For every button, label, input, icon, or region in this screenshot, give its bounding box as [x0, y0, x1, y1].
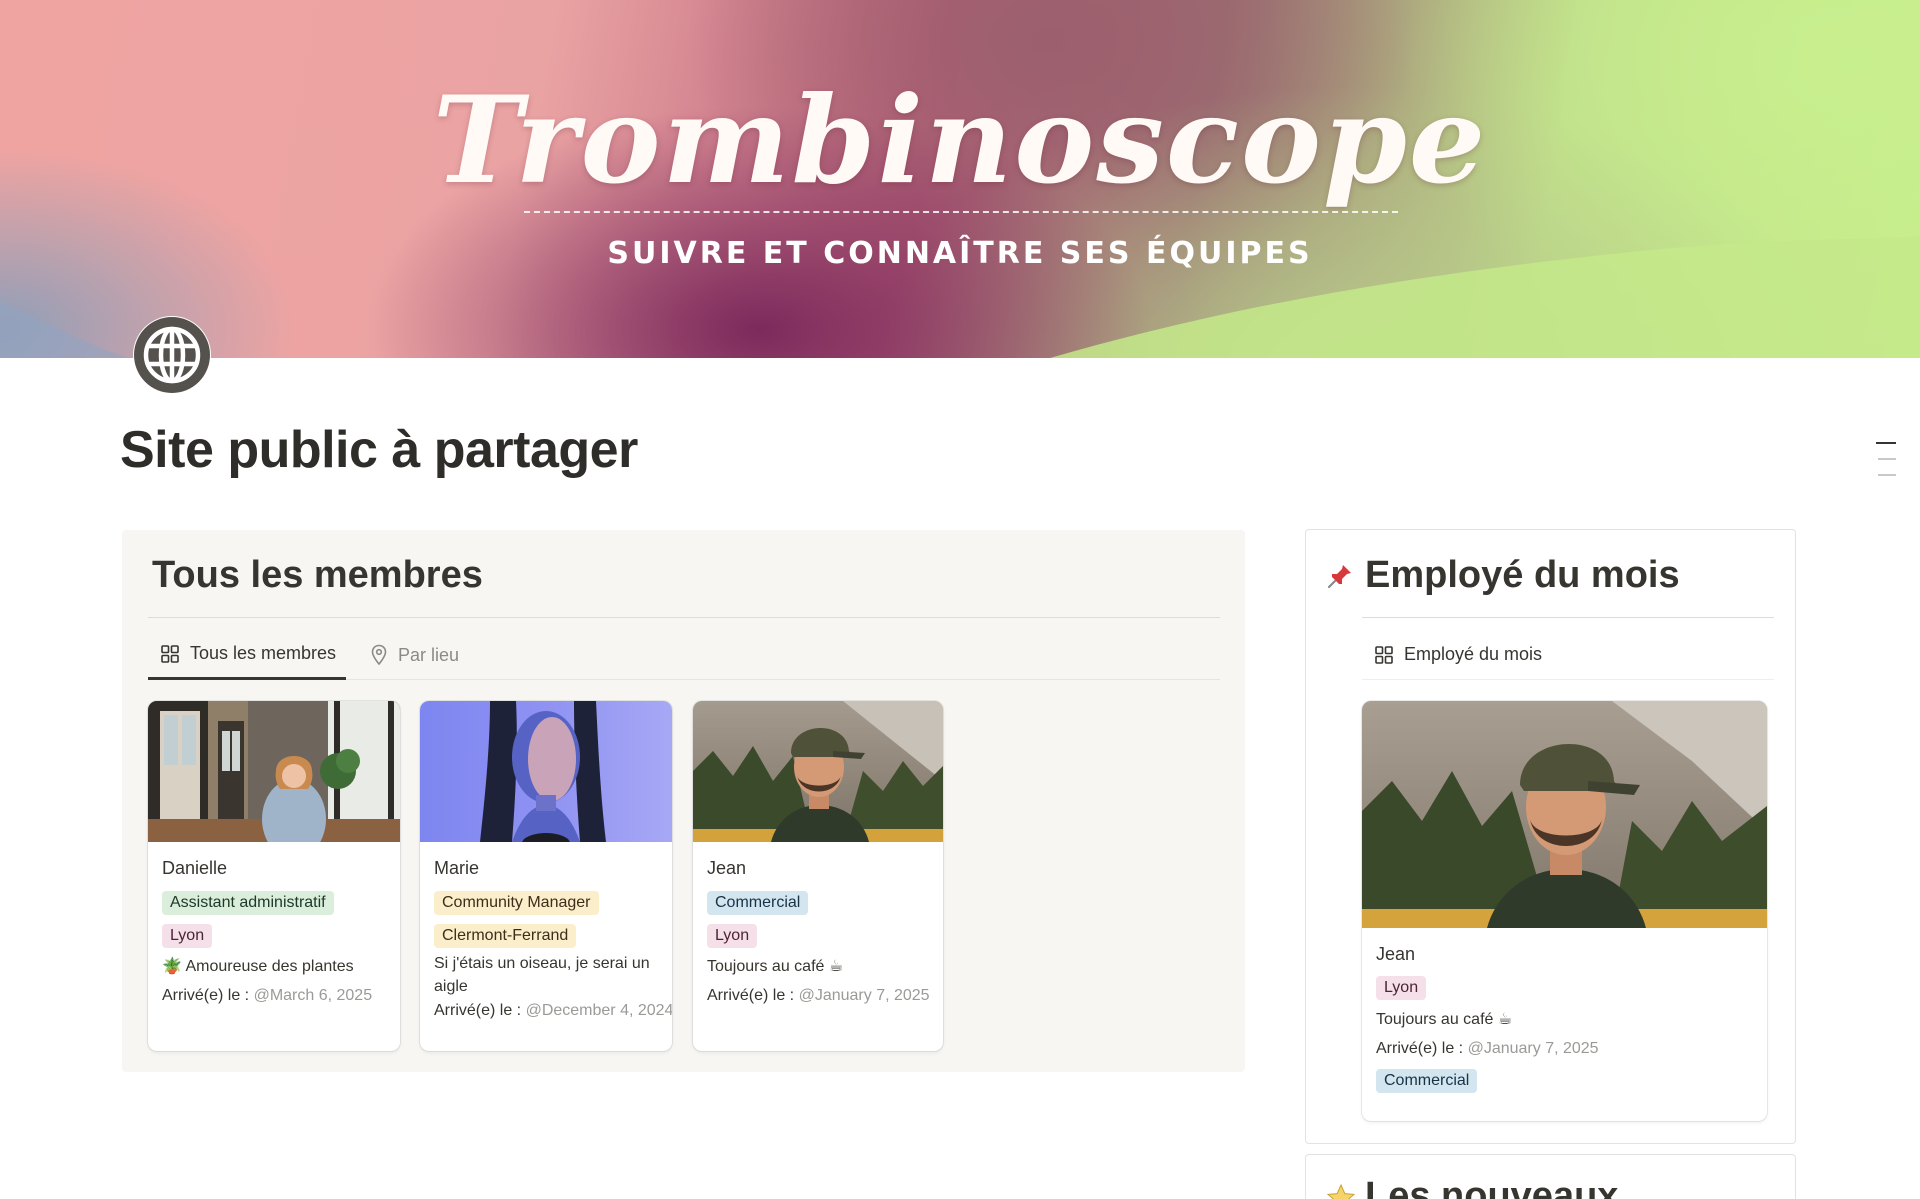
- location-tag: Lyon: [1376, 976, 1427, 1000]
- member-card[interactable]: Marie Community Manager Clermont-Ferrand…: [420, 701, 672, 1051]
- member-card[interactable]: Danielle Assistant administratif Lyon 🪴 …: [148, 701, 400, 1051]
- employee-of-month-database: Employé du mois Employé du mois Jean Lyo…: [1305, 529, 1796, 1144]
- table-of-contents-indicator[interactable]: [1876, 442, 1896, 490]
- arrival-date[interactable]: @January 7, 2025: [1468, 1040, 1599, 1057]
- tab-tous-les-membres[interactable]: Tous les membres: [148, 630, 347, 680]
- arrival-label: Arrivé(e) le :: [1376, 1040, 1464, 1057]
- member-name: Jean: [707, 858, 747, 878]
- view-label: Employé du mois: [1404, 644, 1543, 664]
- member-description: 🪴 Amoureuse des plantes: [162, 958, 354, 975]
- toc-line[interactable]: [1878, 474, 1896, 476]
- location-tag: Lyon: [707, 924, 758, 948]
- arrival-date-line: Arrivé(e) le : @March 6, 2025: [162, 987, 386, 1005]
- arrival-date-line: Arrivé(e) le : @January 7, 2025: [1376, 1040, 1753, 1058]
- database-title: Employé du mois: [1365, 554, 1680, 596]
- tab-label: Tous les membres: [190, 643, 337, 663]
- arrival-label: Arrivé(e) le :: [707, 987, 795, 1004]
- member-description: Si j'étais un oiseau, je serai un aigle: [434, 955, 650, 995]
- cover-banner: Trombinoscope SUIVRE ET CONNAÎTRE SES ÉQ…: [0, 0, 1920, 358]
- role-tag: Commercial: [1376, 1069, 1478, 1093]
- arrival-date[interactable]: @March 6, 2025: [254, 987, 373, 1004]
- member-photo: [420, 701, 672, 842]
- page-title: Site public à partager: [120, 421, 638, 479]
- member-name: Danielle: [162, 858, 228, 878]
- globe-icon[interactable]: [133, 316, 211, 394]
- arrival-date-line: Arrivé(e) le : @January 7, 2025: [707, 987, 930, 1005]
- pushpin-icon: [1327, 565, 1351, 589]
- members-database: Tous les membres Tous les membres Par li…: [122, 530, 1245, 1072]
- member-description: Toujours au café ☕: [1376, 1011, 1513, 1028]
- database-title: Les nouveaux: [1365, 1175, 1619, 1199]
- arrival-label: Arrivé(e) le :: [162, 987, 250, 1004]
- database-title: Tous les membres: [152, 554, 483, 596]
- arrival-date[interactable]: @January 7, 2025: [799, 987, 930, 1004]
- cover-subtitle: SUIVRE ET CONNAÎTRE SES ÉQUIPES: [607, 236, 1313, 271]
- member-description: Toujours au café ☕: [707, 958, 844, 975]
- member-card[interactable]: Jean Commercial Lyon Toujours au café ☕ …: [693, 701, 943, 1051]
- arrival-label: Arrivé(e) le :: [434, 1002, 522, 1019]
- divider: [1362, 617, 1774, 618]
- location-tag: Clermont-Ferrand: [434, 924, 577, 948]
- location-tag: Lyon: [162, 924, 213, 948]
- gallery-icon: [161, 644, 179, 663]
- divider: [148, 617, 1220, 618]
- arrival-date[interactable]: @December 4, 2024: [526, 1002, 672, 1019]
- cover-title: Trombinoscope: [432, 70, 1488, 211]
- gallery-icon: [1375, 645, 1393, 664]
- role-tag: Assistant administratif: [162, 891, 334, 915]
- role-tag: Commercial: [707, 891, 809, 915]
- tab-label: Par lieu: [398, 644, 460, 665]
- view-tabs: Tous les membres Par lieu: [148, 630, 1220, 680]
- member-photo: [1362, 701, 1767, 928]
- role-tag: Community Manager: [434, 891, 599, 915]
- arrival-date-line: Arrivé(e) le : @December 4, 2024: [434, 1002, 672, 1020]
- toc-line-active[interactable]: [1876, 442, 1896, 444]
- member-name: Marie: [434, 858, 480, 878]
- toc-line[interactable]: [1878, 458, 1896, 460]
- cover-dashed-rule: [524, 211, 1398, 213]
- tab-employe-du-mois[interactable]: Employé du mois: [1362, 630, 1774, 680]
- featured-member-card[interactable]: Jean Lyon Toujours au café ☕ Arrivé(e) l…: [1362, 701, 1767, 1121]
- member-photo: [693, 701, 943, 842]
- member-photo: [148, 701, 400, 842]
- tab-par-lieu[interactable]: Par lieu: [370, 630, 459, 680]
- star-icon: [1326, 1183, 1356, 1199]
- member-name: Jean: [1376, 944, 1416, 964]
- newcomers-database: Les nouveaux: [1305, 1154, 1796, 1199]
- map-pin-icon: [371, 644, 387, 666]
